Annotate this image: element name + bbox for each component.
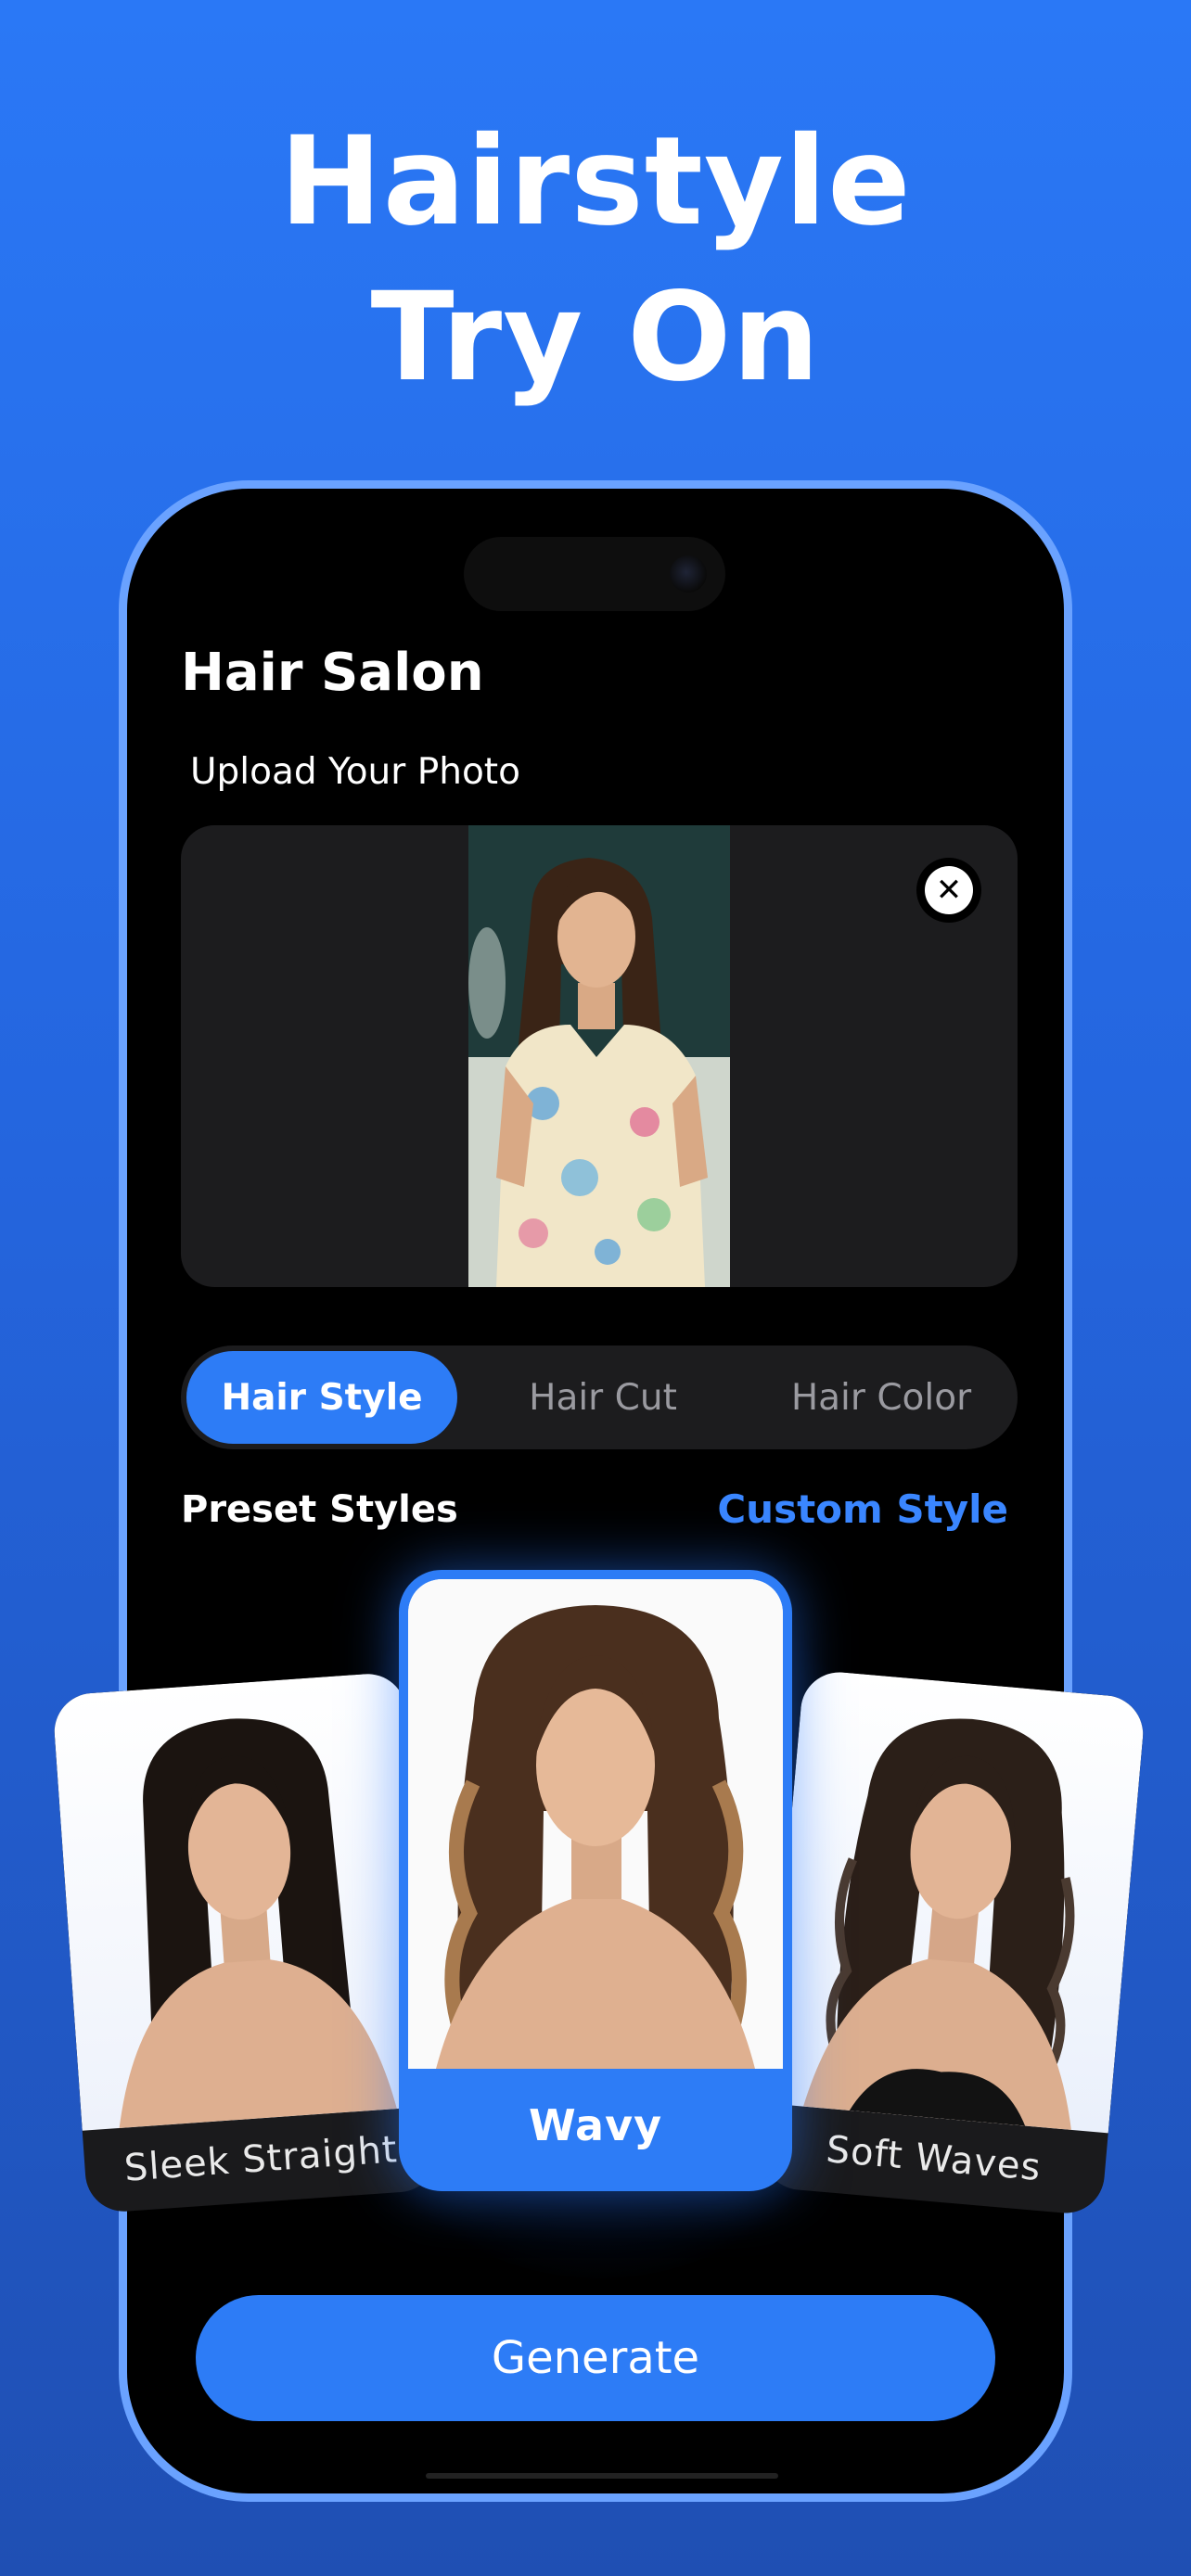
preset-image-soft-waves bbox=[766, 1668, 1146, 2134]
preset-image-wavy bbox=[408, 1579, 783, 2069]
camera-icon bbox=[670, 555, 707, 593]
headline-line-2: Try On bbox=[370, 266, 821, 409]
dynamic-island bbox=[464, 537, 725, 611]
preset-card-wavy[interactable]: Wavy bbox=[399, 1570, 792, 2191]
preset-label-wavy: Wavy bbox=[528, 2100, 663, 2150]
upload-photo-panel[interactable]: ✕ bbox=[181, 825, 1018, 1287]
uploaded-photo bbox=[468, 825, 730, 1287]
app-title: Hair Salon bbox=[181, 643, 484, 703]
preset-image-sleek-straight bbox=[51, 1671, 434, 2131]
generate-button[interactable]: Generate bbox=[196, 2295, 995, 2421]
home-indicator bbox=[426, 2473, 778, 2479]
tab-hair-style[interactable]: Hair Style bbox=[186, 1351, 457, 1444]
preset-card-soft-waves[interactable]: Soft Waves bbox=[759, 1668, 1146, 2217]
tab-hair-color[interactable]: Hair Color bbox=[747, 1351, 1016, 1444]
close-icon: ✕ bbox=[925, 866, 973, 914]
custom-style-link[interactable]: Custom Style bbox=[717, 1486, 1008, 1532]
preset-card-sleek-straight[interactable]: Sleek Straight bbox=[51, 1671, 441, 2214]
preset-styles-heading: Preset Styles bbox=[181, 1488, 458, 1531]
tab-hair-cut[interactable]: Hair Cut bbox=[468, 1351, 737, 1444]
remove-photo-button[interactable]: ✕ bbox=[916, 858, 981, 923]
upload-photo-label: Upload Your Photo bbox=[190, 751, 520, 793]
style-tabs: Hair Style Hair Cut Hair Color bbox=[181, 1345, 1018, 1449]
headline-line-1: Hairstyle bbox=[279, 110, 912, 253]
